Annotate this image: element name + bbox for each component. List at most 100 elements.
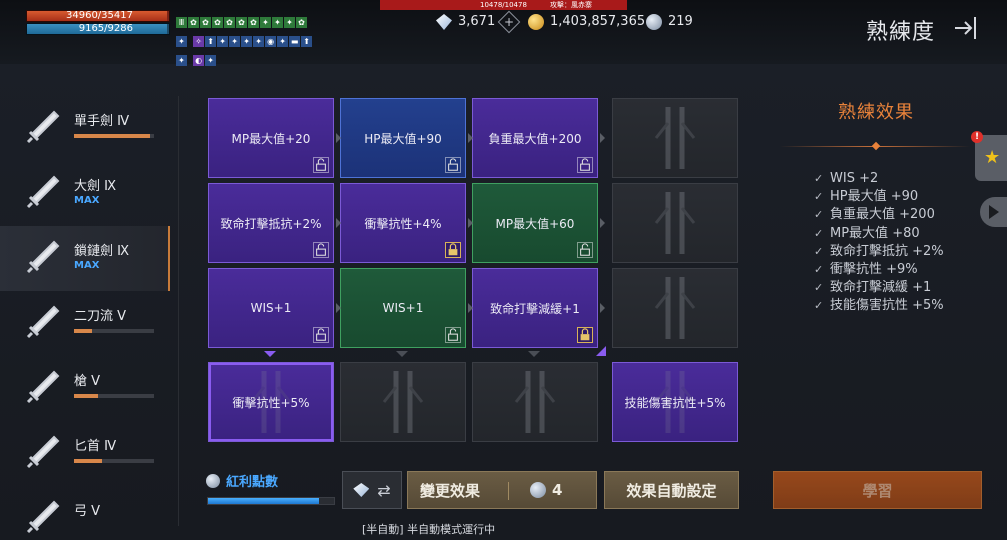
mastery-slot[interactable]: 技能傷害抗性+5% bbox=[612, 362, 738, 442]
sidebar-weapon-item[interactable]: 單手劍 Ⅳ bbox=[0, 96, 170, 161]
effect-item: ✓ WIS +2 bbox=[814, 170, 944, 188]
mastery-slot[interactable]: MP最大值+60 bbox=[472, 183, 598, 263]
lock-open-icon[interactable] bbox=[313, 157, 329, 173]
check-icon: ✓ bbox=[814, 226, 824, 240]
auto-set-effect-button[interactable]: 效果自動設定 bbox=[604, 471, 739, 509]
mastery-slot[interactable]: HP最大值+90 bbox=[340, 98, 466, 178]
connector-arrow bbox=[336, 303, 341, 313]
mastery-slot[interactable]: 衝擊抗性+4% bbox=[340, 183, 466, 263]
connector-arrow bbox=[396, 351, 408, 357]
effect-item: ✓ 技能傷害抗性 +5% bbox=[814, 297, 944, 315]
points-icon bbox=[646, 14, 662, 30]
sidebar-weapon-item[interactable]: 槍 Ⅴ bbox=[0, 356, 170, 421]
add-diamond-button[interactable]: + bbox=[497, 10, 521, 34]
lock-open-icon[interactable] bbox=[313, 327, 329, 343]
buff-icon: ✦ bbox=[241, 36, 253, 47]
lock-closed-icon[interactable] bbox=[577, 327, 593, 343]
points-icon bbox=[530, 482, 546, 498]
connector-arrow bbox=[600, 133, 605, 143]
buff-icon: ✦ bbox=[277, 36, 289, 47]
sidebar-weapon-item[interactable]: 二刀流 Ⅴ bbox=[0, 291, 170, 356]
weapon-progress-fill bbox=[74, 394, 98, 398]
buff-icon: ✦ bbox=[253, 36, 265, 47]
weapon-progress-fill bbox=[74, 134, 150, 138]
learn-button[interactable]: 學習 bbox=[773, 471, 982, 509]
sidebar-weapon-item[interactable]: 大劍 Ⅸ MAX bbox=[0, 161, 170, 226]
currency-swap-button[interactable]: ⇄ bbox=[342, 471, 402, 509]
weapon-icon bbox=[22, 106, 64, 148]
connector-arrow bbox=[600, 218, 605, 228]
buff-icon: ✿ bbox=[200, 17, 211, 28]
points-counter: 219 bbox=[646, 12, 693, 32]
mastery-slot-label: 技能傷害抗性+5% bbox=[624, 395, 726, 410]
lock-closed-icon[interactable] bbox=[445, 242, 461, 258]
status-text: [半自動] 半自動模式運行中 bbox=[362, 523, 496, 536]
weapon-max-badge: MAX bbox=[74, 260, 100, 271]
mastery-slot[interactable]: 致命打擊抵抗+2% bbox=[208, 183, 334, 263]
check-icon: ✓ bbox=[814, 172, 824, 186]
mastery-slot-empty[interactable] bbox=[472, 362, 598, 442]
notice-badge: ! bbox=[971, 131, 983, 143]
lock-open-icon[interactable] bbox=[445, 327, 461, 343]
emblem-icon bbox=[650, 188, 700, 258]
buff-icon: ◉ bbox=[265, 36, 277, 47]
emblem-icon bbox=[378, 367, 428, 437]
weapon-progress-bar bbox=[74, 394, 154, 398]
play-button[interactable] bbox=[980, 197, 1007, 227]
check-icon: ✓ bbox=[814, 208, 824, 222]
lock-open-icon[interactable] bbox=[313, 242, 329, 258]
exit-icon[interactable] bbox=[953, 15, 981, 41]
effect-text: 致命打擊抵抗 +2% bbox=[830, 243, 944, 259]
buff-icon: ✦ bbox=[284, 17, 295, 28]
mastery-slot[interactable]: MP最大值+20 bbox=[208, 98, 334, 178]
effects-divider bbox=[780, 141, 970, 151]
favorites-tab[interactable]: ★ ! bbox=[971, 131, 1007, 181]
connector-arrow bbox=[336, 218, 341, 228]
sidebar-weapon-item[interactable]: 匕首 Ⅳ bbox=[0, 421, 170, 486]
buff-icon: ✿ bbox=[212, 17, 223, 28]
mastery-slot-empty[interactable] bbox=[612, 183, 738, 263]
mastery-slot[interactable]: 負重最大值+200 bbox=[472, 98, 598, 178]
bonus-points-icon bbox=[206, 473, 220, 488]
effect-item: ✓ 衝擊抗性 +9% bbox=[814, 261, 944, 279]
buff-icon: ▬ bbox=[289, 36, 301, 47]
lock-open-icon[interactable] bbox=[445, 157, 461, 173]
buff-icons: Ⅲ ✿ ✿ ✿ ✿ ✿ ✿ ✦ ✦ ✦ ✿✦ ✧ ⬆ ✦ ✦ ✦ ✦ ◉ ✦ ▬ ⬆✦ ◐ ✦ bbox=[176, 10, 316, 67]
mastery-slot-empty[interactable] bbox=[340, 362, 466, 442]
mastery-slot-label: 衝擊抗性+5% bbox=[232, 395, 310, 410]
sidebar-weapon-item[interactable]: 弓 Ⅴ bbox=[0, 486, 170, 540]
mastery-slot[interactable]: 致命打擊減緩+1 bbox=[472, 268, 598, 348]
check-icon: ✓ bbox=[814, 281, 824, 295]
mastery-slot-empty[interactable] bbox=[612, 98, 738, 178]
change-effect-button[interactable]: 變更效果 4 bbox=[407, 471, 597, 509]
buff-icon: ✦ bbox=[217, 36, 229, 47]
change-effect-cost: 4 bbox=[530, 481, 562, 499]
effect-text: 衝擊抗性 +9% bbox=[830, 262, 918, 278]
effect-text: MP最大值 +80 bbox=[830, 225, 920, 241]
weapon-icon bbox=[22, 236, 64, 278]
weapon-sidebar: 單手劍 Ⅳ 大劍 Ⅸ MAX 鎖鏈劍 Ⅸ MAX 二刀流 Ⅴ槍 Ⅴ 匕首 Ⅳ弓 Ⅴ bbox=[0, 96, 172, 540]
swap-icon: ⇄ bbox=[377, 480, 391, 500]
mastery-slot-label: MP最大值+60 bbox=[495, 216, 575, 231]
mastery-slot[interactable]: WIS+1 bbox=[340, 268, 466, 348]
check-icon: ✓ bbox=[814, 244, 824, 258]
connector-arrow bbox=[468, 133, 473, 143]
connector-arrow bbox=[468, 303, 473, 313]
weapon-progress-bar bbox=[74, 329, 154, 333]
lock-open-icon[interactable] bbox=[577, 242, 593, 258]
connector-arrow bbox=[264, 351, 276, 357]
effect-text: WIS +2 bbox=[830, 171, 879, 187]
target-hp-text: 10478/10478 bbox=[480, 1, 527, 9]
lock-open-icon[interactable] bbox=[577, 157, 593, 173]
sidebar-weapon-item[interactable]: 鎖鏈劍 Ⅸ MAX bbox=[0, 226, 170, 291]
mp-text: 9165/9286 bbox=[78, 23, 133, 34]
buff-icon: ✦ bbox=[176, 36, 187, 47]
hp-text: 34960/35417 bbox=[66, 10, 133, 21]
mastery-slot[interactable]: WIS+1 bbox=[208, 268, 334, 348]
mastery-slot-label: HP最大值+90 bbox=[364, 131, 442, 146]
buff-icon: ◐ bbox=[193, 55, 205, 66]
mastery-slot[interactable]: 衝擊抗性+5% bbox=[208, 362, 334, 442]
mastery-slot-empty[interactable] bbox=[612, 268, 738, 348]
effect-item: ✓ MP最大值 +80 bbox=[814, 225, 944, 243]
target-name: 攻擊：風赤寨 bbox=[550, 1, 592, 9]
